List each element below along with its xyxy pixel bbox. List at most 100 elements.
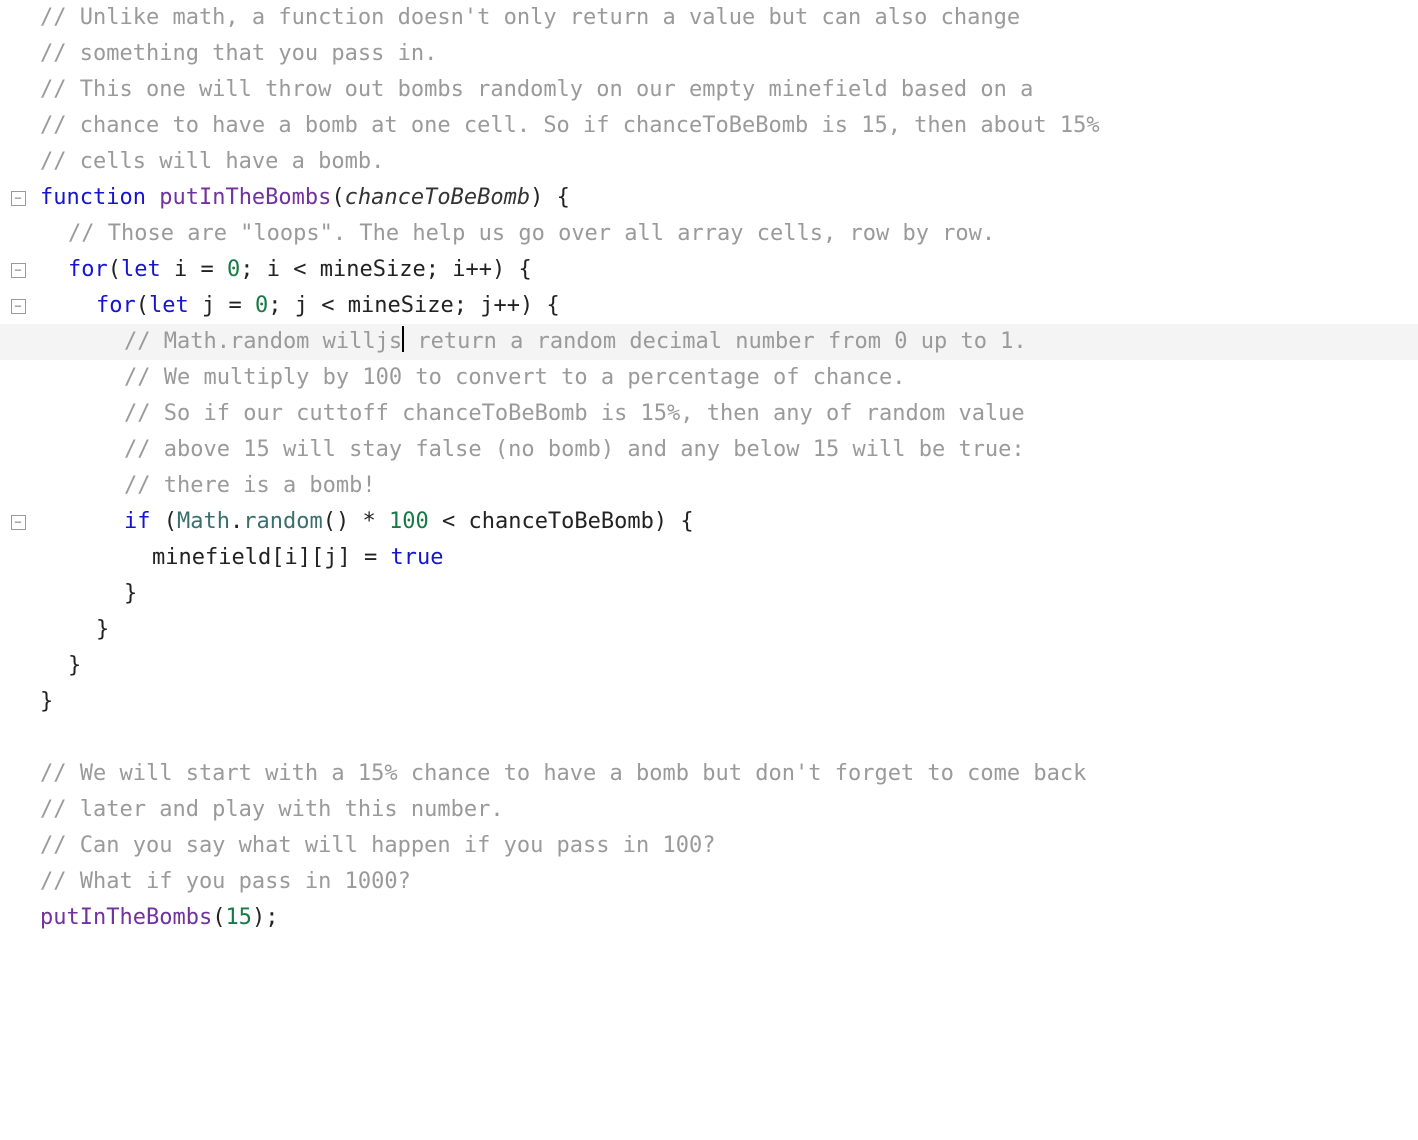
code-line[interactable]: minefield[i][j] = true xyxy=(0,540,1418,576)
token: // above 15 will stay false (no bomb) an… xyxy=(124,437,1025,462)
token: ++ xyxy=(493,293,520,318)
code-line[interactable]: // later and play with this number. xyxy=(0,792,1418,828)
code-text[interactable]: for(let j = 0; j < mineSize; j++) { xyxy=(36,288,560,324)
code-line[interactable]: // there is a bomb! xyxy=(0,468,1418,504)
token: { xyxy=(557,185,570,210)
token: { xyxy=(546,293,559,318)
code-text[interactable]: // This one will throw out bombs randoml… xyxy=(36,72,1033,108)
token: mineSize xyxy=(335,293,454,318)
token xyxy=(429,509,442,534)
code-line[interactable]: // Unlike math, a function doesn't only … xyxy=(0,0,1418,36)
code-line[interactable]: // Math.random willjs return a random de… xyxy=(0,324,1418,360)
code-text[interactable]: // We will start with a 15% chance to ha… xyxy=(36,756,1086,792)
gutter-cell xyxy=(0,468,36,504)
token: ( xyxy=(164,509,177,534)
code-text[interactable]: putInTheBombs(15); xyxy=(36,900,278,936)
token: 100 xyxy=(389,509,429,534)
token: // This one will throw out bombs randoml… xyxy=(40,77,1033,102)
gutter-cell xyxy=(0,360,36,396)
gutter-cell xyxy=(0,792,36,828)
token: i xyxy=(439,257,466,282)
token: ; xyxy=(268,293,281,318)
token: // something that you pass in. xyxy=(40,41,437,66)
code-line[interactable]: −for(let j = 0; j < mineSize; j++) { xyxy=(0,288,1418,324)
gutter-cell xyxy=(0,612,36,648)
code-text[interactable]: // chance to have a bomb at one cell. So… xyxy=(36,108,1100,144)
code-text[interactable]: // We multiply by 100 to convert to a pe… xyxy=(36,360,905,396)
code-line[interactable]: // Can you say what will happen if you p… xyxy=(0,828,1418,864)
code-text[interactable]: // something that you pass in. xyxy=(36,36,437,72)
token: ) xyxy=(520,293,533,318)
gutter-cell xyxy=(0,828,36,864)
token xyxy=(376,509,389,534)
token: ) xyxy=(530,185,543,210)
token: < xyxy=(442,509,455,534)
code-line[interactable]: // So if our cuttoff chanceToBeBomb is 1… xyxy=(0,396,1418,432)
code-line[interactable]: // Those are "loops". The help us go ove… xyxy=(0,216,1418,252)
code-text[interactable]: } xyxy=(36,576,137,612)
code-line[interactable]: // cells will have a bomb. xyxy=(0,144,1418,180)
token: < xyxy=(321,293,334,318)
code-line[interactable] xyxy=(0,720,1418,756)
code-line[interactable]: } xyxy=(0,684,1418,720)
code-text[interactable]: // Math.random willjs return a random de… xyxy=(36,324,1027,360)
fold-collapse-icon[interactable]: − xyxy=(11,515,26,530)
code-editor[interactable]: // Unlike math, a function doesn't only … xyxy=(0,0,1418,936)
code-text[interactable]: } xyxy=(36,648,81,684)
code-text[interactable]: // So if our cuttoff chanceToBeBomb is 1… xyxy=(36,396,1025,432)
code-text[interactable]: minefield[i][j] = true xyxy=(36,540,443,576)
fold-collapse-icon[interactable]: − xyxy=(11,263,26,278)
code-text[interactable]: if (Math.random() * 100 < chanceToBeBomb… xyxy=(36,504,694,540)
token: j xyxy=(189,293,229,318)
code-line[interactable]: // chance to have a bomb at one cell. So… xyxy=(0,108,1418,144)
code-line[interactable]: −for(let i = 0; i < mineSize; i++) { xyxy=(0,252,1418,288)
code-line[interactable]: // What if you pass in 1000? xyxy=(0,864,1418,900)
token: // later and play with this number. xyxy=(40,797,504,822)
token: } xyxy=(40,689,53,714)
token: return a random decimal number from 0 up… xyxy=(404,329,1027,354)
code-text[interactable]: // later and play with this number. xyxy=(36,792,504,828)
token xyxy=(533,293,546,318)
code-line[interactable]: // We will start with a 15% chance to ha… xyxy=(0,756,1418,792)
code-line[interactable]: } xyxy=(0,612,1418,648)
code-line[interactable]: } xyxy=(0,576,1418,612)
gutter-cell xyxy=(0,36,36,72)
gutter-cell xyxy=(0,720,36,756)
code-text[interactable]: // What if you pass in 1000? xyxy=(36,864,411,900)
token: [ xyxy=(271,545,284,570)
token xyxy=(351,545,364,570)
code-line[interactable]: −if (Math.random() * 100 < chanceToBeBom… xyxy=(0,504,1418,540)
token: // What if you pass in 1000? xyxy=(40,869,411,894)
fold-collapse-icon[interactable]: − xyxy=(11,191,26,206)
fold-toggle[interactable]: − xyxy=(0,252,36,288)
token xyxy=(214,257,227,282)
token xyxy=(377,545,390,570)
code-text[interactable]: // Those are "loops". The help us go ove… xyxy=(36,216,995,252)
code-line[interactable]: −function putInTheBombs(chanceToBeBomb) … xyxy=(0,180,1418,216)
fold-toggle[interactable]: − xyxy=(0,504,36,540)
gutter-cell xyxy=(0,396,36,432)
code-line[interactable]: putInTheBombs(15); xyxy=(0,900,1418,936)
fold-toggle[interactable]: − xyxy=(0,180,36,216)
code-line[interactable]: // This one will throw out bombs randoml… xyxy=(0,72,1418,108)
gutter-cell xyxy=(0,540,36,576)
code-text[interactable]: } xyxy=(36,612,109,648)
code-text[interactable]: // there is a bomb! xyxy=(36,468,376,504)
code-text[interactable]: // above 15 will stay false (no bomb) an… xyxy=(36,432,1025,468)
fold-collapse-icon[interactable]: − xyxy=(11,299,26,314)
token xyxy=(349,509,362,534)
code-text[interactable]: function putInTheBombs(chanceToBeBomb) { xyxy=(36,180,570,216)
code-text[interactable]: // Unlike math, a function doesn't only … xyxy=(36,0,1020,36)
code-line[interactable]: } xyxy=(0,648,1418,684)
code-text[interactable]: // Can you say what will happen if you p… xyxy=(36,828,716,864)
code-text[interactable]: // cells will have a bomb. xyxy=(36,144,384,180)
code-line[interactable]: // something that you pass in. xyxy=(0,36,1418,72)
token xyxy=(242,293,255,318)
code-line[interactable]: // We multiply by 100 to convert to a pe… xyxy=(0,360,1418,396)
fold-toggle[interactable]: − xyxy=(0,288,36,324)
token: ) xyxy=(252,905,265,930)
code-line[interactable]: // above 15 will stay false (no bomb) an… xyxy=(0,432,1418,468)
code-text[interactable]: } xyxy=(36,684,53,720)
gutter-cell xyxy=(0,756,36,792)
code-text[interactable]: for(let i = 0; i < mineSize; i++) { xyxy=(36,252,532,288)
